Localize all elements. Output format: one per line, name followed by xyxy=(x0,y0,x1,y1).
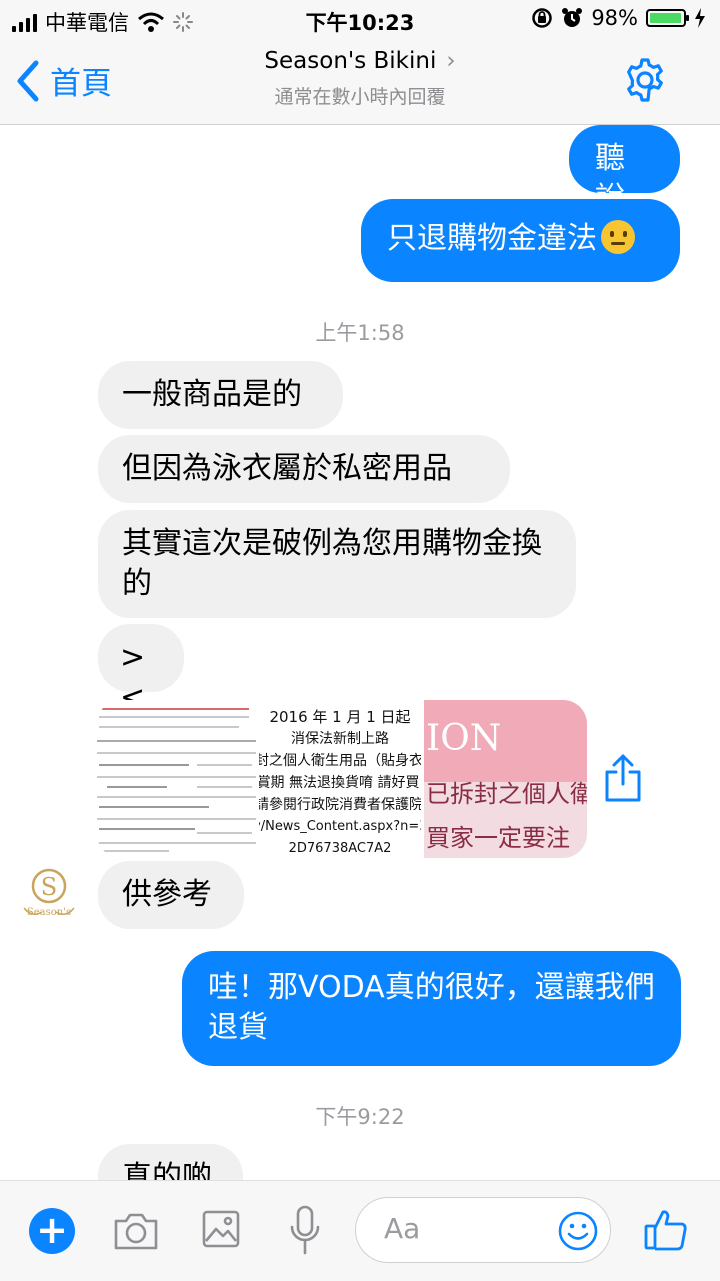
gear-icon[interactable] xyxy=(622,57,668,103)
incoming-message[interactable]: 其實這次是破例為您用購物金換的 xyxy=(98,510,576,618)
incoming-message[interactable]: 供參考 xyxy=(98,861,244,929)
notice-line: 2D76738AC7A2 xyxy=(288,841,392,856)
notice-line: 買家一定要注 xyxy=(426,824,571,852)
neutral-face-emoji xyxy=(601,220,635,254)
message-input[interactable]: Aa xyxy=(355,1197,611,1263)
svg-text:S: S xyxy=(41,873,57,901)
camera-icon[interactable] xyxy=(113,1211,159,1251)
status-bar: 中華電信 下午10:23 98% xyxy=(0,0,720,40)
plus-icon[interactable]: + xyxy=(29,1208,75,1254)
timestamp: 上午1:58 xyxy=(315,321,405,345)
message-text: 其實這次是破例為您用購物金換的 xyxy=(122,526,542,601)
notice-line: 賞期 無法退換貨唷 請好買 xyxy=(259,775,420,791)
message-text: 真的啲 xyxy=(122,1160,212,1180)
notice-line: v/News_Content.aspx?n=38407 xyxy=(259,819,421,834)
charging-icon xyxy=(695,8,705,28)
share-icon[interactable] xyxy=(602,752,644,804)
conversation-header: 首頁 Season's Bikini › 通常在數小時內回覆 xyxy=(0,40,720,125)
lock-rotation-icon xyxy=(532,8,553,28)
avatar[interactable]: S Season's xyxy=(18,862,80,924)
image-icon[interactable] xyxy=(202,1209,240,1249)
outgoing-message[interactable]: 哇！那VODA真的很好，還讓我們退貨 xyxy=(182,951,681,1066)
incoming-message[interactable]: 真的啲 xyxy=(98,1144,243,1180)
contact-title: Season's Bikini xyxy=(264,48,437,74)
notice-line: 2016 年 1 月 1 日起 xyxy=(269,708,411,726)
notice-line: 封之個人衛生用品（貼身衣 xyxy=(259,753,422,769)
outgoing-message[interactable]: 聽說 xyxy=(569,125,680,216)
contact-name[interactable]: Season's Bikini › xyxy=(0,48,720,74)
outgoing-message[interactable]: 只退購物金違法 xyxy=(361,199,680,282)
message-text: 只退購物金違法 xyxy=(387,221,597,256)
message-thread[interactable]: 聽說 只退購物金違法 上午1:58 一般商品是的 但因為泳衣屬於私密用品 其實這… xyxy=(0,125,720,1180)
emoji-icon[interactable] xyxy=(557,1210,599,1252)
attachment-document-screenshot[interactable] xyxy=(97,700,257,858)
response-time-note: 通常在數小時內回覆 xyxy=(274,86,446,108)
incoming-message[interactable]: 但因為泳衣屬於私密用品 xyxy=(98,435,510,503)
battery-percent: 98% xyxy=(591,6,638,30)
notice-line: 消保法新制上路 xyxy=(291,731,390,747)
message-text: 但因為泳衣屬於私密用品 xyxy=(122,451,452,486)
image-attachments[interactable]: 2016 年 1 月 1 日起 消保法新制上路 封之個人衛生用品（貼身衣 賞期 … xyxy=(97,700,587,858)
message-text: 一般商品是的 xyxy=(122,377,302,412)
incoming-message[interactable]: 一般商品是的 xyxy=(98,361,343,429)
mic-icon[interactable] xyxy=(289,1205,321,1257)
notice-heading: ION xyxy=(426,718,502,759)
alarm-icon xyxy=(562,8,583,27)
message-input-placeholder: Aa xyxy=(384,1212,421,1245)
attachment-notice-text[interactable]: 2016 年 1 月 1 日起 消保法新制上路 封之個人衛生用品（貼身衣 賞期 … xyxy=(259,700,422,858)
chevron-right-icon: › xyxy=(446,48,456,74)
battery-icon xyxy=(646,9,689,27)
attachment-pink-notice[interactable]: ION 已拆封之個人衛 買家一定要注 xyxy=(424,700,587,858)
svg-text:Season's: Season's xyxy=(27,907,71,918)
incoming-message[interactable]: >< xyxy=(98,624,184,715)
composer-bar: + Aa xyxy=(0,1180,720,1281)
thumbs-up-icon[interactable] xyxy=(644,1208,688,1252)
notice-line: 已拆封之個人衛 xyxy=(426,780,587,808)
notice-line: 請參閱行政院消費者保護院 xyxy=(259,797,422,813)
message-text: 供參考 xyxy=(122,877,212,912)
timestamp: 下午9:22 xyxy=(315,1105,405,1129)
message-text: 哇！那VODA真的很好，還讓我們退貨 xyxy=(208,970,655,1045)
